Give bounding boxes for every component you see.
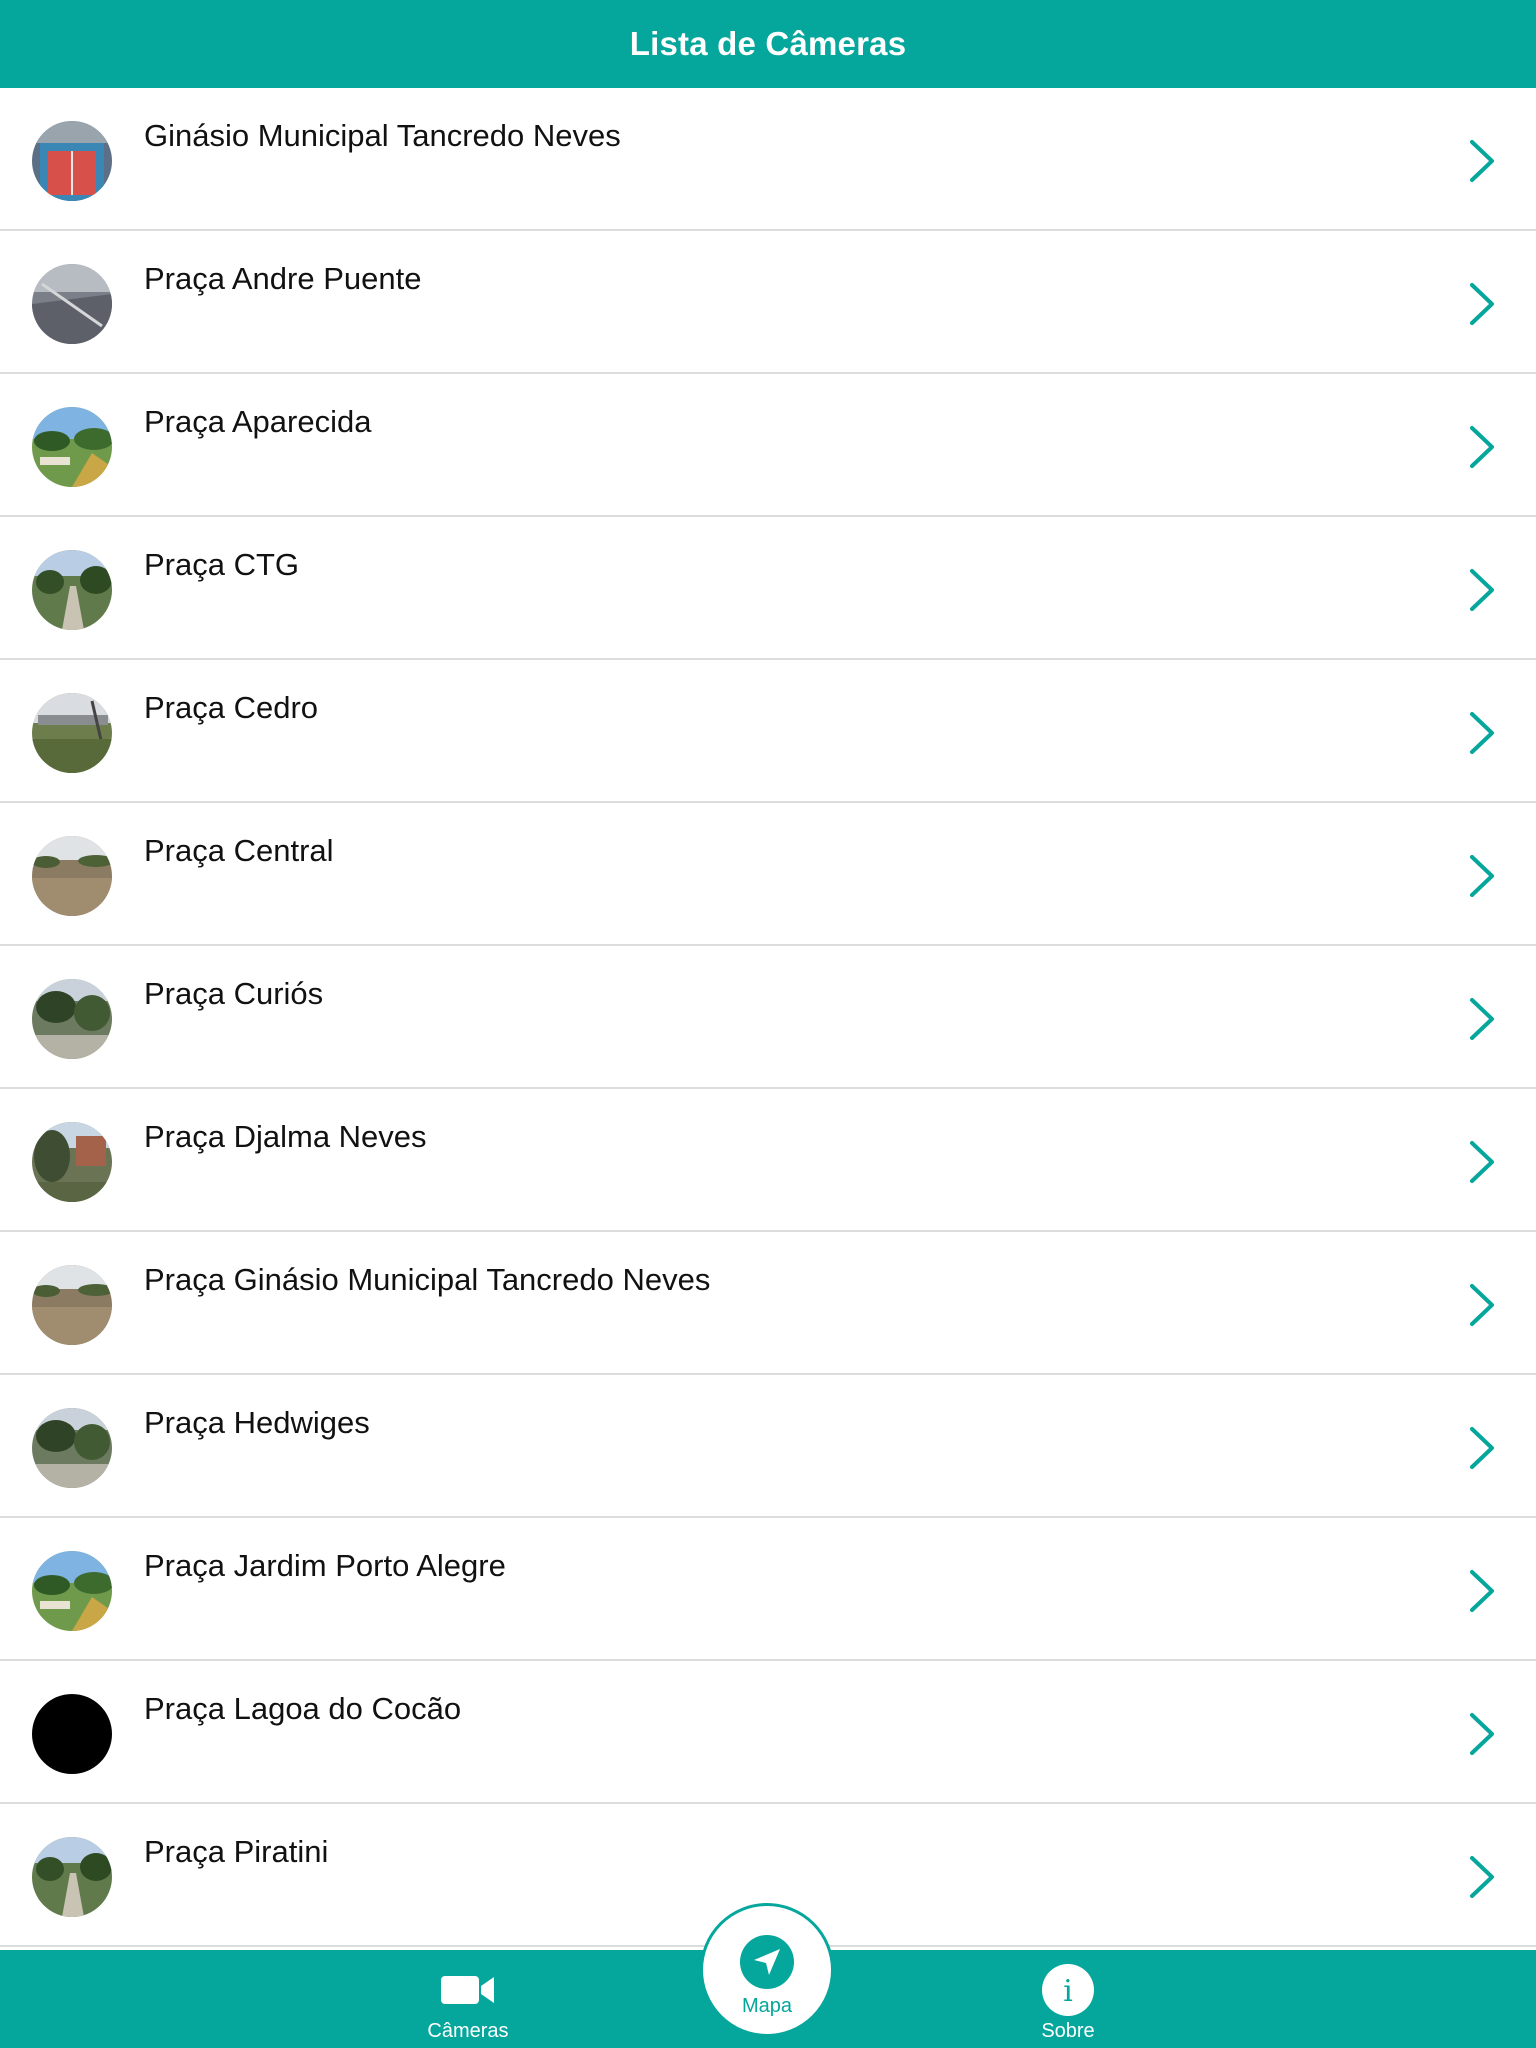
- camera-list-item[interactable]: Praça Cedro: [0, 660, 1536, 803]
- camera-thumbnail: [32, 836, 112, 916]
- app-header: Lista de Câmeras: [0, 0, 1536, 88]
- camera-thumbnail: [32, 1837, 112, 1917]
- camera-name: Praça Lagoa do Cocão: [144, 1691, 462, 1726]
- camera-name: Praça CTG: [144, 547, 300, 582]
- camera-name: Praça Piratini: [144, 1834, 329, 1869]
- camera-thumbnail: [32, 1265, 112, 1345]
- camera-name: Praça Jardim Porto Alegre: [144, 1548, 506, 1583]
- map-button-label: Mapa: [741, 1995, 793, 2017]
- camera-thumbnail: [32, 407, 112, 487]
- chevron-right-icon: [1470, 712, 1494, 754]
- chevron-right-icon: [1470, 1284, 1494, 1326]
- navigation-arrow-icon: [754, 1949, 780, 1975]
- chevron-right-icon: [1470, 855, 1494, 897]
- camera-thumbnail: [32, 1551, 112, 1631]
- chevron-right-icon: [1470, 569, 1494, 611]
- camera-thumbnail: [32, 264, 112, 344]
- camera-thumbnail: [32, 693, 112, 773]
- camera-name: Praça Andre Puente: [144, 261, 422, 296]
- camera-name: Praça Curiós: [144, 976, 324, 1011]
- camera-list-item[interactable]: Praça Curiós: [0, 946, 1536, 1089]
- chevron-right-icon: [1470, 1856, 1494, 1898]
- camera-list-item[interactable]: Praça Hedwiges: [0, 1375, 1536, 1518]
- chevron-right-icon: [1470, 1141, 1494, 1183]
- camera-list-item[interactable]: Praça Aparecida: [0, 374, 1536, 517]
- chevron-right-icon: [1470, 1427, 1494, 1469]
- camera-name: Praça Hedwiges: [144, 1405, 370, 1440]
- camera-list-item[interactable]: Praça Central: [0, 803, 1536, 946]
- info-icon: i: [1042, 1964, 1094, 2016]
- camera-list-item[interactable]: Praça Lagoa do Cocão: [0, 1661, 1536, 1804]
- camera-name: Ginásio Municipal Tancredo Neves: [144, 118, 621, 153]
- svg-text:i: i: [1063, 1974, 1073, 2009]
- tab-about[interactable]: i Sobre: [978, 1950, 1158, 2048]
- map-button[interactable]: Mapa: [700, 1903, 834, 2037]
- camera-list-item[interactable]: Praça Andre Puente: [0, 231, 1536, 374]
- tab-cameras[interactable]: Câmeras: [378, 1950, 558, 2048]
- camera-list-item[interactable]: Praça CTG: [0, 517, 1536, 660]
- camera-name: Praça Cedro: [144, 690, 319, 725]
- camera-thumbnail: [32, 1694, 112, 1774]
- camera-list-item[interactable]: Praça Djalma Neves: [0, 1089, 1536, 1232]
- chevron-right-icon: [1470, 426, 1494, 468]
- chevron-right-icon: [1470, 283, 1494, 325]
- camera-name: Praça Ginásio Municipal Tancredo Neves: [144, 1262, 711, 1297]
- camera-thumbnail: [32, 979, 112, 1059]
- video-camera-icon: [441, 1976, 494, 2004]
- chevron-right-icon: [1470, 140, 1494, 182]
- camera-list-item[interactable]: Ginásio Municipal Tancredo Neves: [0, 88, 1536, 231]
- camera-name: Praça Aparecida: [144, 404, 372, 439]
- camera-thumbnail: [32, 121, 112, 201]
- chevron-right-icon: [1470, 998, 1494, 1040]
- page-title: Lista de Câmeras: [629, 25, 907, 62]
- camera-list-item[interactable]: Praça Jardim Porto Alegre: [0, 1518, 1536, 1661]
- camera-name: Praça Central: [144, 833, 334, 868]
- camera-thumbnail: [32, 1122, 112, 1202]
- tab-cameras-label: Câmeras: [427, 2020, 509, 2042]
- camera-list-item[interactable]: Praça Ginásio Municipal Tancredo Neves: [0, 1232, 1536, 1375]
- chevron-right-icon: [1470, 1713, 1494, 1755]
- camera-list: Ginásio Municipal Tancredo Neves Praça An…: [0, 88, 1536, 1947]
- tab-about-label: Sobre: [1041, 2020, 1095, 2042]
- camera-name: Praça Djalma Neves: [144, 1119, 427, 1154]
- chevron-right-icon: [1470, 1570, 1494, 1612]
- camera-thumbnail: [32, 550, 112, 630]
- camera-thumbnail: [32, 1408, 112, 1488]
